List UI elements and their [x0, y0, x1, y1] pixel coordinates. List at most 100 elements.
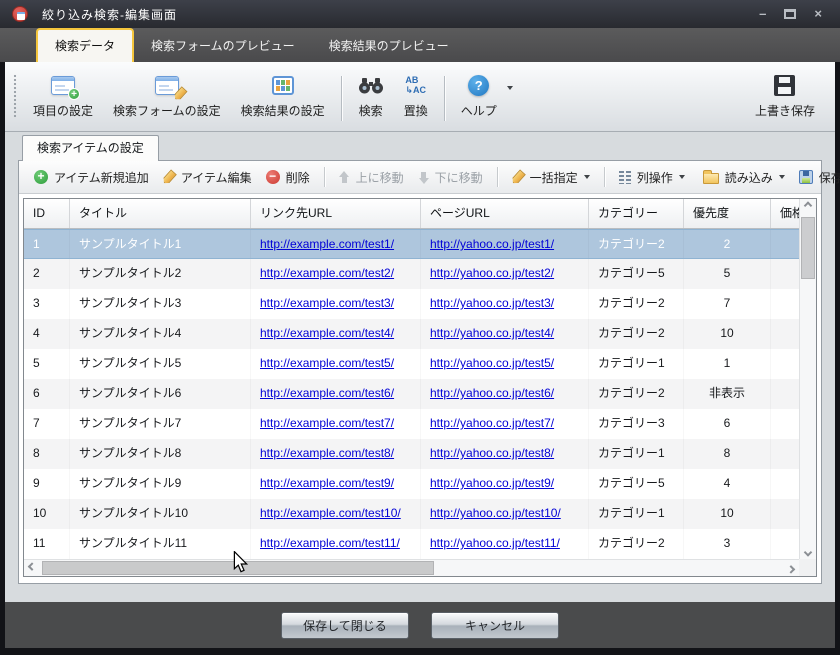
bulk-assign-button[interactable]: 一括指定 — [507, 166, 595, 189]
table-row[interactable]: 2 サンプルタイトル2 http://example.com/test2/ ht… — [24, 259, 799, 289]
cell-title: サンプルタイトル3 — [70, 289, 251, 319]
search-items-panel: + アイテム新規追加 アイテム編集 − 削除 上に移動 — [18, 160, 822, 584]
scroll-left-button[interactable] — [24, 560, 40, 576]
toolbar-separator — [341, 76, 342, 121]
form-edit-icon — [155, 76, 179, 95]
help-button[interactable]: ? ヘルプ — [451, 66, 507, 121]
minimize-button-icon[interactable]: – — [759, 7, 766, 21]
header-id[interactable]: ID — [24, 199, 70, 228]
page-url[interactable]: http://yahoo.co.jp/test5/ — [430, 356, 554, 370]
form-settings-button[interactable]: 検索フォームの設定 — [103, 66, 231, 131]
header-title[interactable]: タイトル — [70, 199, 251, 228]
link-url[interactable]: http://example.com/test10/ — [260, 506, 401, 520]
header-priority[interactable]: 優先度 — [684, 199, 771, 228]
items-grid: ID タイトル リンク先URL ページURL カテゴリー 優先度 価格 1 — [23, 198, 817, 577]
table-row[interactable]: 11 サンプルタイトル11 http://example.com/test11/… — [24, 529, 799, 559]
cell-id: 1 — [24, 230, 70, 258]
load-button[interactable]: 読み込み — [698, 166, 790, 189]
result-settings-button[interactable]: 検索結果の設定 — [231, 66, 335, 131]
link-url[interactable]: http://example.com/test6/ — [260, 386, 394, 400]
horizontal-scroll-thumb[interactable] — [42, 561, 434, 575]
link-url[interactable]: http://example.com/test2/ — [260, 266, 394, 280]
close-button-icon[interactable]: × — [814, 7, 822, 21]
tab-search-data[interactable]: 検索データ — [36, 28, 134, 62]
page-url[interactable]: http://yahoo.co.jp/test3/ — [430, 296, 554, 310]
page-url[interactable]: http://yahoo.co.jp/test7/ — [430, 416, 554, 430]
app-icon — [12, 6, 28, 22]
page-url[interactable]: http://yahoo.co.jp/test1/ — [430, 237, 554, 251]
link-url[interactable]: http://example.com/test9/ — [260, 476, 394, 490]
cell-title: サンプルタイトル8 — [70, 439, 251, 469]
move-down-button[interactable]: 下に移動 — [413, 166, 488, 189]
link-url[interactable]: http://example.com/test11/ — [260, 536, 400, 550]
table-row[interactable]: 5 サンプルタイトル5 http://example.com/test5/ ht… — [24, 349, 799, 379]
page-url[interactable]: http://yahoo.co.jp/test8/ — [430, 446, 554, 460]
vertical-scrollbar[interactable] — [799, 199, 816, 559]
page-url[interactable]: http://yahoo.co.jp/test2/ — [430, 266, 554, 280]
cell-id: 7 — [24, 409, 70, 439]
link-url[interactable]: http://example.com/test5/ — [260, 356, 394, 370]
scroll-down-button[interactable] — [800, 543, 816, 559]
save-icon — [774, 75, 795, 96]
page-url[interactable]: http://yahoo.co.jp/test4/ — [430, 326, 554, 340]
delete-item-button[interactable]: − 削除 — [261, 166, 315, 189]
delete-item-label: 削除 — [286, 169, 310, 186]
link-url[interactable]: http://example.com/test7/ — [260, 416, 394, 430]
cell-priority: 10 — [684, 319, 771, 349]
save-list-button[interactable]: 保存 — [794, 166, 840, 189]
table-row[interactable]: 6 サンプルタイトル6 http://example.com/test6/ ht… — [24, 379, 799, 409]
page-url[interactable]: http://yahoo.co.jp/test11/ — [430, 536, 560, 550]
table-row[interactable]: 4 サンプルタイトル4 http://example.com/test4/ ht… — [24, 319, 799, 349]
vertical-scroll-thumb[interactable] — [801, 217, 815, 279]
items-settings-button[interactable]: + 項目の設定 — [23, 66, 103, 131]
page-url[interactable]: http://yahoo.co.jp/test10/ — [430, 506, 561, 520]
cell-id: 4 — [24, 319, 70, 349]
cell-category: カテゴリー2 — [589, 289, 684, 319]
arrow-up-icon — [339, 171, 350, 184]
header-category[interactable]: カテゴリー — [589, 199, 684, 228]
table-row[interactable]: 9 サンプルタイトル9 http://example.com/test9/ ht… — [24, 469, 799, 499]
tab-result-preview[interactable]: 検索結果のプレビュー — [312, 29, 466, 62]
grid-header-row: ID タイトル リンク先URL ページURL カテゴリー 優先度 価格 — [24, 199, 799, 229]
search-button[interactable]: 検索 — [348, 66, 394, 131]
cancel-button[interactable]: キャンセル — [431, 612, 559, 639]
scroll-up-button[interactable] — [800, 199, 816, 215]
maximize-button-icon[interactable] — [784, 9, 796, 19]
titlebar: 絞り込み検索-編集画面 – × — [0, 0, 840, 28]
tab-search-items-settings[interactable]: 検索アイテムの設定 — [22, 135, 159, 161]
load-dropdown-icon — [779, 175, 785, 179]
link-url[interactable]: http://example.com/test4/ — [260, 326, 394, 340]
table-row[interactable]: 1 サンプルタイトル1 http://example.com/test1/ ht… — [24, 229, 799, 259]
folder-icon — [703, 173, 719, 184]
item-toolbar: + アイテム新規追加 アイテム編集 − 削除 上に移動 — [19, 161, 821, 194]
cell-priority: 6 — [684, 409, 771, 439]
search-label: 検索 — [359, 102, 383, 119]
link-url[interactable]: http://example.com/test3/ — [260, 296, 394, 310]
grid-body: 1 サンプルタイトル1 http://example.com/test1/ ht… — [24, 229, 799, 559]
save-overwrite-button[interactable]: 上書き保存 — [745, 66, 825, 131]
cell-id: 3 — [24, 289, 70, 319]
table-row[interactable]: 8 サンプルタイトル8 http://example.com/test8/ ht… — [24, 439, 799, 469]
page-url[interactable]: http://yahoo.co.jp/test6/ — [430, 386, 554, 400]
header-page-url[interactable]: ページURL — [421, 199, 589, 228]
header-link-url[interactable]: リンク先URL — [251, 199, 421, 228]
cell-priority: 1 — [684, 349, 771, 379]
header-price[interactable]: 価格 — [771, 199, 799, 228]
edit-item-button[interactable]: アイテム編集 — [158, 166, 257, 189]
link-url[interactable]: http://example.com/test1/ — [260, 237, 394, 251]
page-url[interactable]: http://yahoo.co.jp/test9/ — [430, 476, 554, 490]
table-row[interactable]: 3 サンプルタイトル3 http://example.com/test3/ ht… — [24, 289, 799, 319]
save-and-close-button[interactable]: 保存して閉じる — [281, 612, 409, 639]
table-row[interactable]: 7 サンプルタイトル7 http://example.com/test7/ ht… — [24, 409, 799, 439]
cell-price — [771, 499, 799, 529]
scroll-right-button[interactable] — [783, 560, 799, 576]
table-row[interactable]: 10 サンプルタイトル10 http://example.com/test10/… — [24, 499, 799, 529]
arrow-down-icon — [418, 171, 429, 184]
link-url[interactable]: http://example.com/test8/ — [260, 446, 394, 460]
move-up-button[interactable]: 上に移動 — [334, 166, 409, 189]
horizontal-scrollbar[interactable] — [24, 559, 799, 576]
tab-form-preview[interactable]: 検索フォームのプレビュー — [134, 29, 312, 62]
column-ops-button[interactable]: 列操作 — [614, 166, 690, 189]
add-item-button[interactable]: + アイテム新規追加 — [29, 166, 154, 189]
replace-button[interactable]: AB↳AC 置換 — [394, 66, 438, 131]
